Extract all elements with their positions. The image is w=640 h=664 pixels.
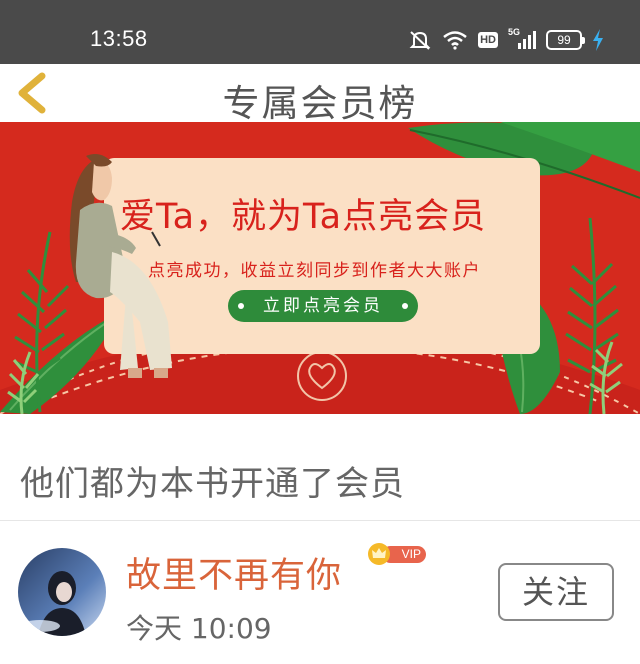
status-icons: HD 5G 99	[408, 27, 604, 52]
crown-icon	[368, 543, 390, 565]
battery-icon: 99	[546, 30, 585, 50]
avatar[interactable]	[18, 548, 106, 636]
member-time: 今天 10:09	[126, 612, 272, 645]
mute-bell-icon	[408, 29, 432, 51]
vip-badge: VIP	[368, 543, 428, 565]
wifi-icon	[442, 30, 468, 50]
follow-button[interactable]: 关注	[498, 563, 614, 621]
header: 专属会员榜	[0, 64, 640, 125]
signal-icon: 5G	[508, 27, 536, 51]
light-up-member-button[interactable]: 立即点亮会员	[228, 290, 418, 322]
list-item: 故里不再有你 VIP 今天 10:09 关注	[0, 521, 640, 664]
charging-icon	[592, 29, 604, 51]
status-time: 13:58	[90, 26, 148, 51]
hd-icon: HD	[478, 32, 498, 48]
page-title: 专属会员榜	[222, 82, 418, 125]
banner-headline: 爱Ta，就为Ta点亮会员	[120, 197, 487, 237]
section-title: 他们都为本书开通了会员	[20, 464, 405, 504]
member-name[interactable]: 故里不再有你	[126, 547, 342, 598]
promo-banner[interactable]: 爱Ta，就为Ta点亮会员 点亮成功，收益立刻同步到作者大大账户 立即点亮会员	[0, 122, 640, 414]
banner-subtext: 点亮成功，收益立刻同步到作者大大账户	[148, 261, 481, 281]
status-bar: 13:58 HD 5G 99	[0, 0, 640, 64]
